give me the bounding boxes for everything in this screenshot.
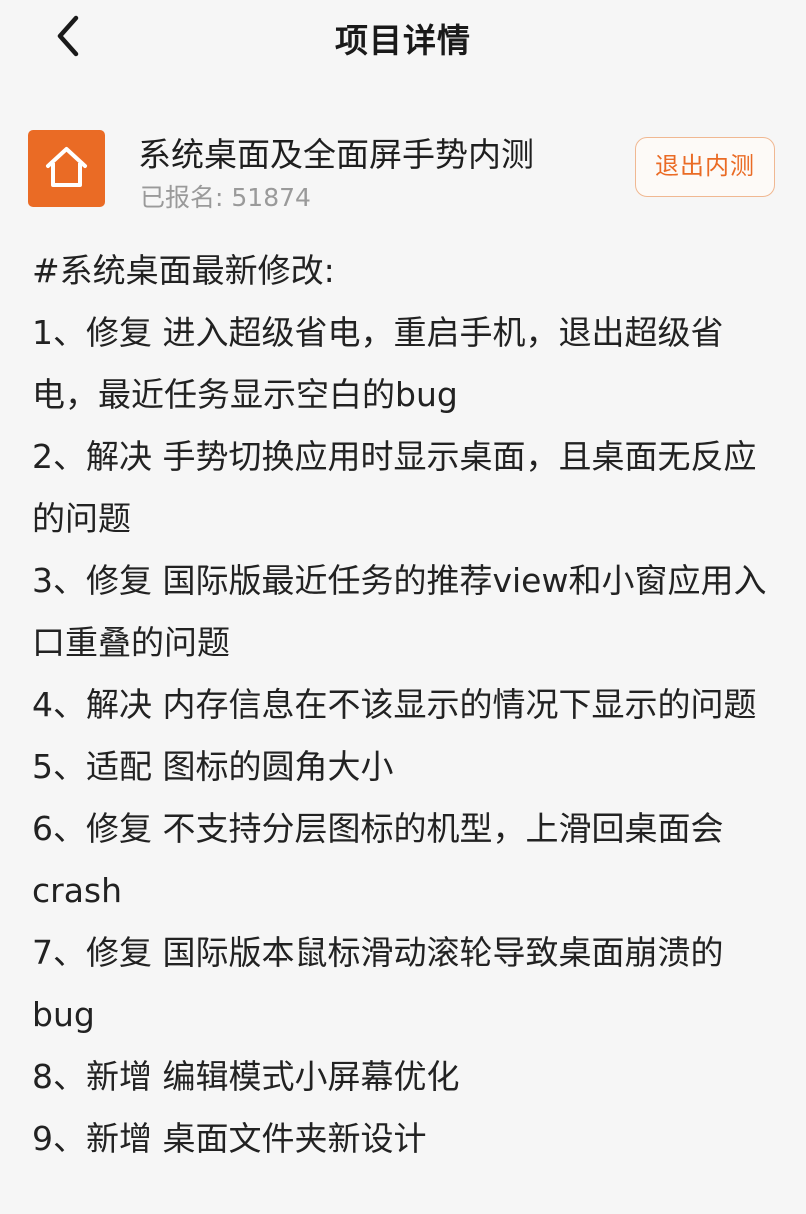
project-title: 系统桌面及全面屏手势内测 [138, 135, 534, 174]
signup-count-row: 已报名: 51874 [140, 178, 311, 214]
signup-count: 51874 [231, 183, 311, 212]
changelog-item: 8、新增 编辑模式小屏幕优化 [32, 1057, 460, 1096]
project-app-icon [28, 130, 105, 207]
page-title: 项目详情 [335, 21, 471, 60]
changelog-heading: #系统桌面最新修改: [32, 251, 335, 290]
signup-label: 已报名: [140, 183, 224, 212]
changelog: #系统桌面最新修改: 1、修复 进入超级省电，重启手机，退出超级省电，最近任务显… [32, 240, 782, 1170]
top-bar: 项目详情 [0, 0, 806, 74]
exit-beta-button[interactable]: 退出内测 [635, 137, 775, 197]
project-card: 系统桌面及全面屏手势内测 已报名: 51874 退出内测 [0, 112, 806, 222]
changelog-item: 3、修复 国际版最近任务的推荐view和小窗应用入口重叠的问题 [32, 561, 767, 662]
changelog-item: 2、解决 手势切换应用时显示桌面，且桌面无反应 的问题 [32, 437, 757, 538]
changelog-item: 6、修复 不支持分层图标的机型，上滑回桌面会crash [32, 809, 724, 910]
changelog-item: 9、新增 桌面文件夹新设计 [32, 1119, 427, 1158]
changelog-item: 1、修复 进入超级省电，重启手机，退出超级省电，最近任务显示空白的bug [32, 313, 724, 414]
changelog-item: 7、修复 国际版本鼠标滑动滚轮导致桌面崩溃的bug [32, 933, 724, 1034]
changelog-item: 4、解决 内存信息在不该显示的情况下显示的问题 [32, 685, 757, 724]
changelog-item: 5、适配 图标的圆角大小 [32, 747, 394, 786]
home-icon [46, 147, 87, 187]
